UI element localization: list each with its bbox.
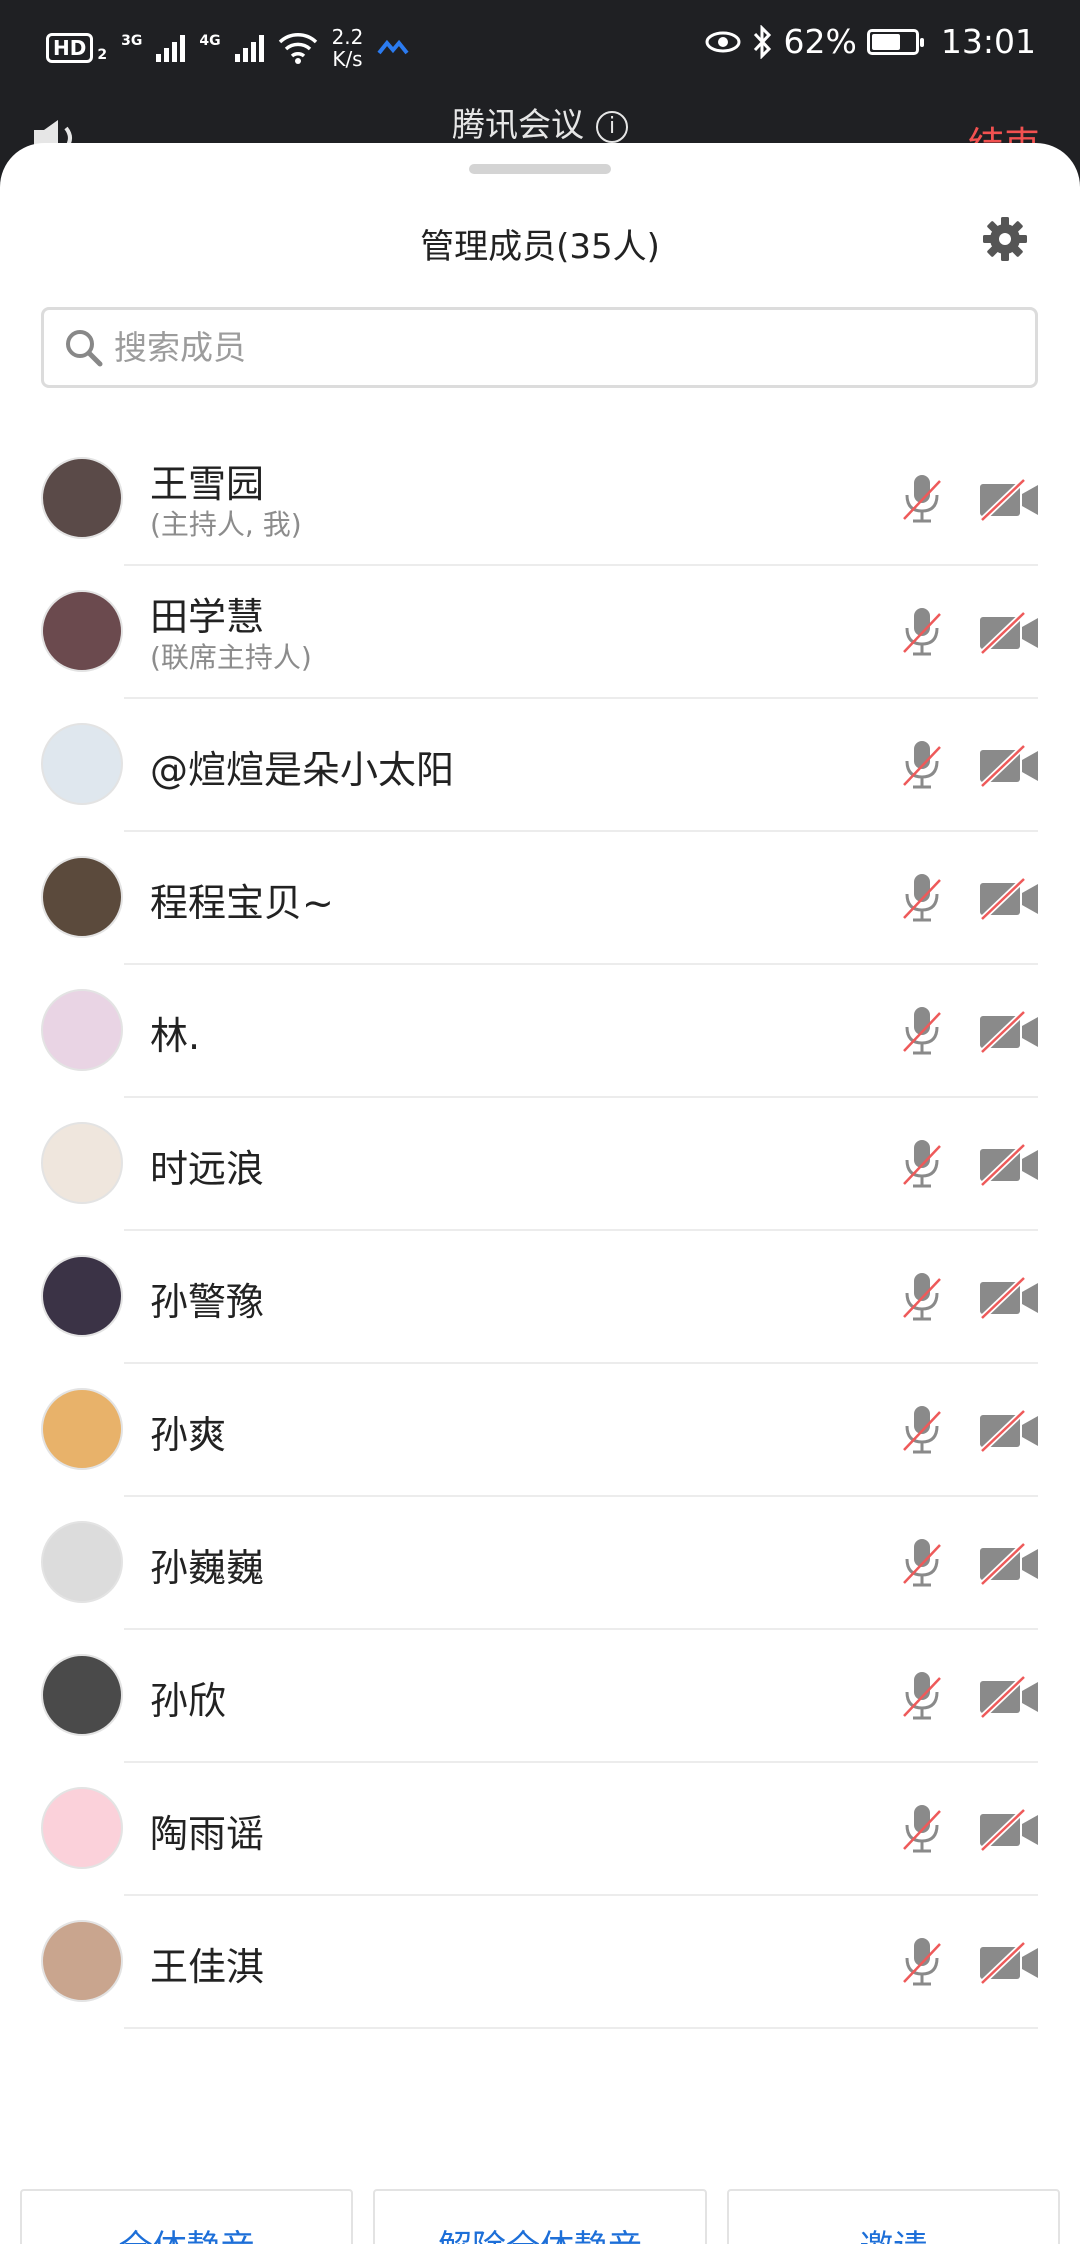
member-search-box[interactable] <box>41 307 1038 388</box>
row-divider <box>124 2027 1038 2029</box>
app-title-text: 腾讯会议 <box>452 105 584 144</box>
search-input[interactable] <box>114 328 914 367</box>
avatar <box>41 1787 123 1869</box>
member-name: 林. <box>150 1014 201 1058</box>
member-name: 孙巍巍 <box>150 1546 265 1590</box>
member-row[interactable]: 陶雨谣 <box>0 1763 1080 1896</box>
tencent-meeting-notification-icon <box>377 39 409 55</box>
member-row[interactable]: 田学慧 (联席主持人) <box>0 566 1080 699</box>
bottom-action-bar: 全体静音 解除全体静音 邀请 <box>20 2189 1060 2244</box>
info-icon[interactable]: i <box>596 111 628 143</box>
member-name: 孙欣 <box>150 1679 227 1723</box>
avatar <box>41 1255 123 1337</box>
avatar <box>41 1388 123 1470</box>
member-row[interactable]: 时远浪 <box>0 1098 1080 1231</box>
bluetooth-icon <box>753 24 771 59</box>
mic-muted-icon[interactable] <box>902 1271 942 1329</box>
member-row[interactable]: @煊煊是朵小太阳 <box>0 699 1080 832</box>
member-name: @煊煊是朵小太阳 <box>150 748 455 792</box>
mic-muted-icon[interactable] <box>902 606 942 664</box>
member-management-sheet: 管理成员(35人) 王雪园(主持人, 我)田学慧(联席主持人)@煊煊是朵小太阳程… <box>0 143 1080 2244</box>
member-name: 程程宝贝~ <box>150 881 334 925</box>
network-4g-label: 4G <box>199 33 221 49</box>
network-speed: 2.2 K/s <box>332 26 364 70</box>
member-row[interactable]: 程程宝贝~ <box>0 832 1080 965</box>
wifi-icon <box>278 33 317 64</box>
member-name: 陶雨谣 <box>150 1812 265 1856</box>
member-row[interactable]: 孙爽 <box>0 1364 1080 1497</box>
signal-4g-icon <box>234 34 264 62</box>
mute-all-button[interactable]: 全体静音 <box>20 2189 354 2244</box>
mic-muted-icon[interactable] <box>902 1404 942 1462</box>
member-role: (主持人, 我) <box>150 508 302 541</box>
member-row[interactable]: 孙巍巍 <box>0 1497 1080 1630</box>
invite-button[interactable]: 邀请 <box>726 2189 1060 2244</box>
avatar <box>41 590 123 672</box>
member-name: 孙警豫 <box>150 1280 265 1324</box>
avatar <box>41 1654 123 1736</box>
member-name: 时远浪 <box>150 1147 265 1191</box>
avatar <box>41 1122 123 1204</box>
avatar <box>41 856 123 938</box>
camera-off-icon[interactable] <box>978 477 1040 526</box>
camera-off-icon[interactable] <box>978 1142 1040 1191</box>
mic-muted-icon[interactable] <box>902 1936 942 1994</box>
member-name: 孙爽 <box>150 1413 227 1457</box>
camera-off-icon[interactable] <box>978 1940 1040 1989</box>
avatar <box>41 1521 123 1603</box>
search-icon <box>66 329 103 366</box>
member-name: 田学慧 <box>150 595 265 639</box>
avatar <box>41 723 123 805</box>
camera-off-icon[interactable] <box>978 610 1040 659</box>
mic-muted-icon[interactable] <box>902 872 942 930</box>
speed-value: 2.2 <box>331 25 364 49</box>
mic-muted-icon[interactable] <box>902 473 942 531</box>
clock: 13:01 <box>940 22 1036 61</box>
mic-muted-icon[interactable] <box>902 1138 942 1196</box>
member-role: (联席主持人) <box>150 641 312 674</box>
app-title: 腾讯会议 i <box>0 98 1080 144</box>
camera-off-icon[interactable] <box>978 1807 1040 1856</box>
mic-muted-icon[interactable] <box>902 1537 942 1595</box>
mic-muted-icon[interactable] <box>902 1005 942 1063</box>
hd-indicator: HD <box>46 33 94 63</box>
eye-comfort-icon <box>705 31 741 52</box>
member-name: 王雪园 <box>150 462 265 506</box>
mic-muted-icon[interactable] <box>902 1670 942 1728</box>
gear-icon[interactable] <box>982 216 1028 262</box>
battery-icon <box>866 28 924 55</box>
member-row[interactable]: 孙警豫 <box>0 1231 1080 1364</box>
avatar <box>41 457 123 539</box>
hd-sub-label: 2 <box>97 47 108 63</box>
unmute-all-button[interactable]: 解除全体静音 <box>373 2189 707 2244</box>
member-row[interactable]: 孙欣 <box>0 1630 1080 1763</box>
mic-muted-icon[interactable] <box>902 1803 942 1861</box>
mic-muted-icon[interactable] <box>902 739 942 797</box>
camera-off-icon[interactable] <box>978 743 1040 792</box>
camera-off-icon[interactable] <box>978 1408 1040 1457</box>
member-row[interactable]: 林. <box>0 965 1080 1098</box>
network-3g-label: 3G <box>121 33 143 49</box>
signal-3g-icon <box>156 34 186 62</box>
sheet-drag-handle[interactable] <box>469 164 611 174</box>
camera-off-icon[interactable] <box>978 876 1040 925</box>
member-list: 王雪园 (主持人, 我) 田学慧 (联席主持人) @煊煊是朵小太阳 程程宝贝~ 林. 时远浪孙… <box>0 433 1080 2029</box>
camera-off-icon[interactable] <box>978 1674 1040 1723</box>
camera-off-icon[interactable] <box>978 1541 1040 1590</box>
avatar <box>41 989 123 1071</box>
camera-off-icon[interactable] <box>978 1009 1040 1058</box>
battery-percent: 62% <box>783 22 857 61</box>
avatar <box>41 1920 123 2002</box>
sheet-title: 管理成员(35人) <box>420 227 660 267</box>
status-bar: HD 2 3G 4G 2.2 K/s 62% 13:01 <box>0 18 1080 70</box>
member-row[interactable]: 王佳淇 <box>0 1896 1080 2029</box>
camera-off-icon[interactable] <box>978 1275 1040 1324</box>
member-row[interactable]: 王雪园 (主持人, 我) <box>0 433 1080 566</box>
member-name: 王佳淇 <box>150 1945 265 1989</box>
speed-unit: K/s <box>332 47 363 71</box>
